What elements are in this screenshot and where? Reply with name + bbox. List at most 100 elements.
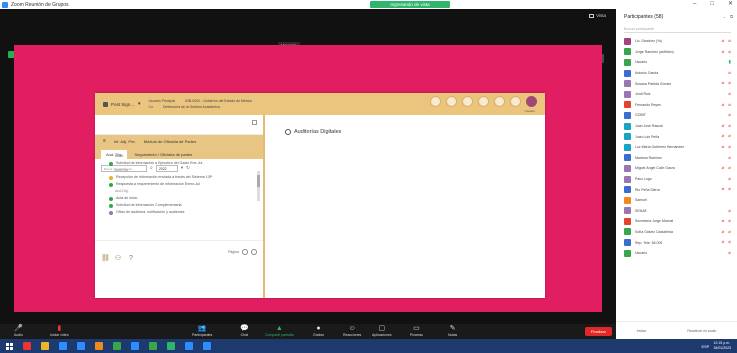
- header-action-5-icon[interactable]: [494, 96, 505, 107]
- participant-row[interactable]: Samuel: [624, 195, 737, 206]
- tree-item[interactable]: Solicitud de información a Ejecutivo del…: [109, 160, 255, 167]
- taskbar-app-icon[interactable]: [203, 342, 211, 350]
- taskbar-app-icon[interactable]: [59, 342, 67, 350]
- maximize-button[interactable]: □: [710, 0, 714, 9]
- menu-icon[interactable]: ≡: [103, 138, 106, 144]
- tree-item[interactable]: Recepción de información enviada a travé…: [109, 174, 255, 181]
- minimize-button[interactable]: –: [693, 0, 696, 9]
- video-control[interactable]: ▮ Iniciar video: [50, 325, 69, 337]
- participant-row[interactable]: Juan Luis Peña ⌀ ⌀: [624, 131, 737, 142]
- participant-name: Miguel Ángel Colín Garza: [635, 166, 675, 171]
- participant-search-input[interactable]: Buscar participante: [624, 25, 731, 33]
- share-control[interactable]: ▲ Compartir pantalla: [265, 325, 294, 337]
- link-icon[interactable]: ⛓: [101, 255, 110, 263]
- header-action-4-icon[interactable]: [478, 96, 489, 107]
- audio-icon: 🎤: [14, 325, 23, 332]
- tree-item[interactable]: Acta de inicio: [109, 195, 255, 202]
- taskbar-app-icon[interactable]: [95, 342, 103, 350]
- participant-row[interactable]: Fernando Reyes ⌀ ⌀: [624, 100, 737, 111]
- participant-row[interactable]: Susana Partida Gómez ⌀ ⌀: [624, 78, 737, 89]
- tree-item[interactable]: Audit.: [109, 153, 255, 160]
- tree-item[interactable]: Aud.Dig.: [109, 188, 255, 195]
- edit-icon[interactable]: [252, 120, 257, 125]
- tree-item[interactable]: Aud.Dig.: [109, 167, 255, 174]
- shared-application-window: Post Sign... ▾ Usuario Principal 00B-000…: [95, 93, 545, 298]
- header-action-1-icon[interactable]: [430, 96, 441, 107]
- participant-row[interactable]: Juan José Rascal ⌀ ⌀: [624, 121, 737, 132]
- participant-row[interactable]: Sofía Gálvez Castañeda ⌀ ⌀: [624, 227, 737, 238]
- power-icon[interactable]: [526, 96, 537, 107]
- unmute-me-button[interactable]: Reactivar mi audio: [687, 329, 716, 333]
- scrollbar-thumb[interactable]: [257, 175, 260, 187]
- pagination: Página: [228, 249, 257, 255]
- video-off-icon: ⌀: [728, 80, 731, 86]
- taskbar-app-icon[interactable]: [113, 342, 121, 350]
- participant-row[interactable]: Paco Lugo ⌀: [624, 174, 737, 185]
- participants-control[interactable]: 👥 Participantes 58: [192, 325, 212, 337]
- audio-control[interactable]: 🎤 Audio: [14, 325, 23, 337]
- participant-row[interactable]: Secretaría Jorge Manuel ⌀ ⌀: [624, 216, 737, 227]
- reactions-control[interactable]: ☺ Reacciones: [343, 325, 361, 337]
- notes-control[interactable]: ✎ Notas: [448, 325, 457, 337]
- help-icon[interactable]: ?: [127, 255, 135, 263]
- tree-item-label: Solicitud de información Complementaria: [116, 203, 182, 207]
- participant-row[interactable]: Usuario ▮: [624, 57, 737, 68]
- participant-row[interactable]: Jorge Ramírez (anfitrión) ⌀ ⌀: [624, 47, 737, 58]
- chat-control[interactable]: 💬 Chat: [240, 325, 249, 337]
- avatar: [624, 186, 631, 194]
- whiteboards-label: Pizarras: [410, 333, 423, 337]
- participant-row[interactable]: Lic. Sánchez (Yo) ⌀ ⌀: [624, 36, 737, 47]
- view-button[interactable]: Vista: [589, 13, 606, 18]
- taskbar-app-icon[interactable]: [149, 342, 157, 350]
- header-action-2-icon[interactable]: [446, 96, 457, 107]
- left-panel-footer: ⛓ ⚇ ? Página: [95, 240, 263, 276]
- participant-row[interactable]: SENAE ⌀: [624, 206, 737, 217]
- participant-row[interactable]: Usuario ⌀: [624, 248, 737, 259]
- windows-start-icon[interactable]: [6, 342, 13, 350]
- polls-control[interactable]: ● Grabar: [313, 325, 324, 337]
- taskbar-app-icon[interactable]: [23, 342, 31, 350]
- chevron-down-icon[interactable]: ▾: [138, 101, 141, 107]
- invite-button[interactable]: Invitar: [637, 329, 647, 333]
- tab-oficialia[interactable]: Módulo de Oficialía de Partes: [144, 139, 196, 144]
- header-action-3-icon[interactable]: [462, 96, 473, 107]
- end-meeting-button[interactable]: Finalizar: [584, 327, 612, 336]
- language-indicator[interactable]: ESP: [701, 344, 709, 349]
- participant-row[interactable]: Miguel Ángel Colín Garza ⌀ ⌀: [624, 163, 737, 174]
- participant-row[interactable]: GOBIT ⌀: [624, 110, 737, 121]
- clock[interactable]: 12:15 p.m. 18/01/2023: [713, 341, 731, 351]
- taskbar-app-icon[interactable]: [131, 342, 139, 350]
- taskbar-app-icon[interactable]: [41, 342, 49, 350]
- tree-scrollbar[interactable]: [257, 171, 260, 201]
- participant-row[interactable]: Rio Peña Sierra ⌀ ⌀: [624, 184, 737, 195]
- polls-icon: ●: [316, 325, 321, 332]
- mic-muted-icon: ⌀: [721, 38, 725, 43]
- participant-row[interactable]: Antonio Garcia ⌀: [624, 68, 737, 79]
- share-label: Compartir pantalla: [265, 333, 294, 337]
- page-ring-icon[interactable]: [242, 249, 248, 255]
- tree-item[interactable]: Solicitud de información Complementaria: [109, 202, 255, 209]
- viewing-badge[interactable]: Ingresando de vista: [370, 1, 450, 8]
- users-icon[interactable]: ⚇: [114, 255, 122, 263]
- header-action-6-icon[interactable]: [510, 96, 521, 107]
- apps-control[interactable]: ▢ Aplicaciones: [372, 325, 392, 337]
- taskbar-app-icon[interactable]: [167, 342, 175, 350]
- tree-item[interactable]: Respuesta a requerimiento de información…: [109, 181, 255, 188]
- whiteboards-control[interactable]: ▭ Pizarras: [410, 325, 423, 337]
- meeting-controls: Finalizar 🎤 Audio ▮ Iniciar video 👥 Participa…: [0, 324, 616, 339]
- page-ring-icon-2[interactable]: [251, 249, 257, 255]
- participant-row[interactable]: Rep. Tele. 56 009 ⌀ ⌀: [624, 237, 737, 248]
- status-dot-icon: [109, 161, 113, 166]
- tab-inf-adj[interactable]: Inf. Adj. Pre.: [114, 139, 136, 144]
- close-button[interactable]: ✕: [728, 0, 733, 9]
- participant-row[interactable]: Luz María Gutiérrez Hernández ⌀ ⌀: [624, 142, 737, 153]
- mic-muted-icon: ⌀: [721, 122, 725, 128]
- popout-icon[interactable]: ⧉: [730, 14, 733, 19]
- participant-row[interactable]: Jordi Ruiz ⌀: [624, 89, 737, 100]
- participant-row[interactable]: Mariana Ramírez ⌀: [624, 153, 737, 164]
- taskbar-app-icon[interactable]: [77, 342, 85, 350]
- taskbar-app-icon[interactable]: [185, 342, 193, 350]
- tree-item[interactable]: Oficio de auditoría, notificación y audi…: [109, 209, 255, 216]
- chevron-down-icon[interactable]: ⌄: [723, 14, 726, 19]
- app-brand[interactable]: Post Sign...: [111, 102, 134, 107]
